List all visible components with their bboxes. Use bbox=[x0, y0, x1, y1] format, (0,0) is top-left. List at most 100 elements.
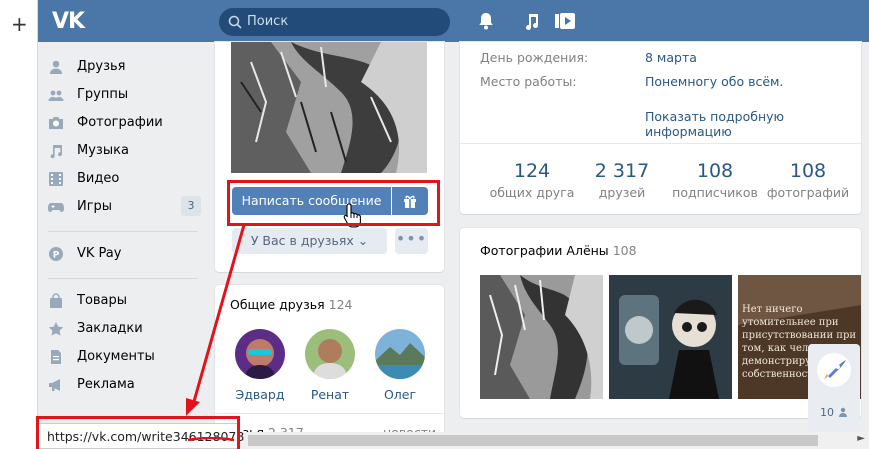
sidebar-item-goods[interactable]: Товары bbox=[38, 287, 203, 315]
counter-value: 2 317 bbox=[594, 160, 650, 182]
friend-item[interactable]: Эдвард bbox=[230, 329, 290, 402]
sidebar-item-groups[interactable]: Группы bbox=[38, 81, 203, 109]
birthday-row: День рождения: bbox=[480, 50, 588, 65]
birthday-label: День рождения: bbox=[480, 50, 589, 65]
gamepad-icon bbox=[48, 203, 64, 212]
work-value-text: Понемногу обо всём. bbox=[645, 74, 784, 89]
music-note-icon[interactable] bbox=[522, 11, 542, 31]
work-row: Место работы: bbox=[480, 74, 577, 89]
rocket-icon bbox=[817, 353, 851, 387]
sidebar-item-music[interactable]: Музыка bbox=[38, 137, 203, 165]
friend-name: Олег bbox=[383, 387, 417, 402]
friend-item[interactable]: Ренат bbox=[300, 329, 360, 402]
document-icon bbox=[51, 350, 61, 364]
profile-photo-image bbox=[231, 42, 427, 173]
profile-info-card: День рождения: 8 марта Место работы: Пон… bbox=[460, 42, 861, 214]
photos-title[interactable]: Фотографии Алёны 108 bbox=[480, 243, 637, 258]
user-icon bbox=[838, 407, 847, 417]
counter-value: 108 bbox=[696, 160, 734, 182]
show-more-info-text: Показать подробную информацию bbox=[645, 109, 785, 139]
birthday-value-text: 8 марта bbox=[645, 50, 697, 65]
vkpay-icon: P bbox=[49, 247, 63, 261]
common-friends-title[interactable]: Общие друзья 124 bbox=[230, 297, 352, 312]
profile-avatar-card: Написать сообщение У Вас в друзьях ⌄ ••• bbox=[215, 42, 444, 272]
sidebar-item-label: Игры bbox=[77, 199, 113, 214]
friend-avatar bbox=[305, 329, 355, 379]
sidebar-item-label: Видео bbox=[77, 171, 120, 186]
counter-friends[interactable]: 2 317 друзей bbox=[572, 160, 672, 200]
friends-status-button[interactable]: У Вас в друзьях ⌄ bbox=[232, 228, 387, 254]
sidebar-item-label: Друзья bbox=[77, 59, 126, 74]
counter-label: друзей bbox=[598, 185, 646, 200]
sidebar-item-vkpay[interactable]: P VK Pay bbox=[38, 240, 203, 268]
sidebar-item-label: Закладки bbox=[77, 321, 143, 336]
side-widget[interactable]: 10 bbox=[808, 344, 860, 432]
play-video-icon[interactable] bbox=[555, 11, 575, 31]
friend-name: Эдвард bbox=[235, 387, 285, 402]
games-count-badge: 3 bbox=[181, 196, 201, 216]
counter-common-friends[interactable]: 124 общих друга bbox=[482, 160, 582, 200]
sidebar-item-ads[interactable]: Реклама bbox=[38, 371, 203, 399]
sidebar-item-label: Документы bbox=[77, 349, 155, 364]
sidebar-item-label: VK Pay bbox=[77, 246, 122, 261]
search-input[interactable]: Поиск bbox=[219, 8, 450, 36]
common-friends-card: Общие друзья124 Эдвард Ренат Олег …зья2 … bbox=[215, 285, 444, 440]
horizontal-scrollbar[interactable]: ► bbox=[238, 432, 869, 449]
search-icon bbox=[228, 15, 242, 29]
bag-icon bbox=[50, 293, 62, 308]
sidebar-divider bbox=[48, 278, 198, 279]
photo-thumb[interactable] bbox=[609, 275, 732, 399]
user-icon bbox=[50, 60, 62, 74]
sidebar-item-bookmarks[interactable]: Закладки bbox=[38, 315, 203, 343]
friend-item[interactable]: Олег bbox=[370, 329, 430, 402]
common-friends-title-text: Общие друзья bbox=[230, 297, 325, 312]
vk-logo[interactable]: VK bbox=[52, 9, 85, 34]
friend-avatar bbox=[375, 329, 425, 379]
counter-label: подписчиков bbox=[672, 185, 758, 200]
counter-label: фотографий bbox=[766, 185, 850, 200]
camera-icon bbox=[49, 117, 63, 129]
widget-count: 10 bbox=[820, 406, 848, 419]
counter-photos[interactable]: 108 фотографий bbox=[758, 160, 858, 200]
new-tab-plus-icon[interactable]: + bbox=[11, 14, 28, 34]
bell-icon[interactable] bbox=[476, 11, 496, 31]
sidebar-divider bbox=[48, 231, 198, 232]
show-more-info-link[interactable]: Показать подробную информацию bbox=[645, 109, 861, 139]
counter-value: 108 bbox=[789, 160, 827, 182]
star-icon bbox=[48, 322, 64, 336]
music-icon bbox=[50, 145, 62, 159]
sidebar-item-games[interactable]: Игры 3 bbox=[38, 193, 203, 221]
sidebar-item-documents[interactable]: Документы bbox=[38, 343, 203, 371]
friend-name: Ренат bbox=[310, 387, 350, 402]
video-icon bbox=[49, 172, 63, 186]
sidebar-item-video[interactable]: Видео bbox=[38, 165, 203, 193]
url-underline-mark bbox=[187, 437, 235, 442]
search-placeholder: Поиск bbox=[247, 14, 289, 29]
more-actions-button[interactable]: ••• bbox=[395, 228, 428, 254]
widget-count-value: 10 bbox=[820, 406, 834, 419]
birthday-value[interactable]: 8 марта bbox=[645, 50, 697, 65]
friend-avatar bbox=[235, 329, 285, 379]
profile-photo[interactable] bbox=[231, 42, 427, 173]
sidebar-item-photos[interactable]: Фотографии bbox=[38, 109, 203, 137]
counter-label: общих друга bbox=[489, 185, 575, 200]
sidebar-item-label: Группы bbox=[77, 87, 129, 102]
scrollbar-thumb[interactable] bbox=[248, 435, 818, 446]
photo-thumb[interactable] bbox=[480, 275, 603, 399]
svg-text:P: P bbox=[53, 251, 60, 261]
sidebar-item-label: Товары bbox=[77, 293, 128, 308]
card-divider bbox=[215, 413, 444, 414]
sidebar-item-friends[interactable]: Друзья bbox=[38, 53, 203, 81]
megaphone-icon bbox=[49, 379, 60, 391]
users-icon bbox=[48, 90, 64, 101]
browser-side-strip: + bbox=[0, 0, 38, 449]
photos-title-text: Фотографии Алёны bbox=[480, 243, 609, 258]
sidebar-item-label: Реклама bbox=[77, 377, 135, 392]
common-friends-count: 124 bbox=[328, 297, 353, 312]
scroll-right-arrow-icon[interactable]: ► bbox=[857, 433, 865, 444]
counter-value: 124 bbox=[513, 160, 551, 182]
highlight-box-url bbox=[36, 416, 240, 449]
work-value[interactable]: Понемногу обо всём. bbox=[645, 74, 783, 89]
highlight-box-message bbox=[227, 180, 440, 226]
counter-followers[interactable]: 108 подписчиков bbox=[665, 160, 765, 200]
